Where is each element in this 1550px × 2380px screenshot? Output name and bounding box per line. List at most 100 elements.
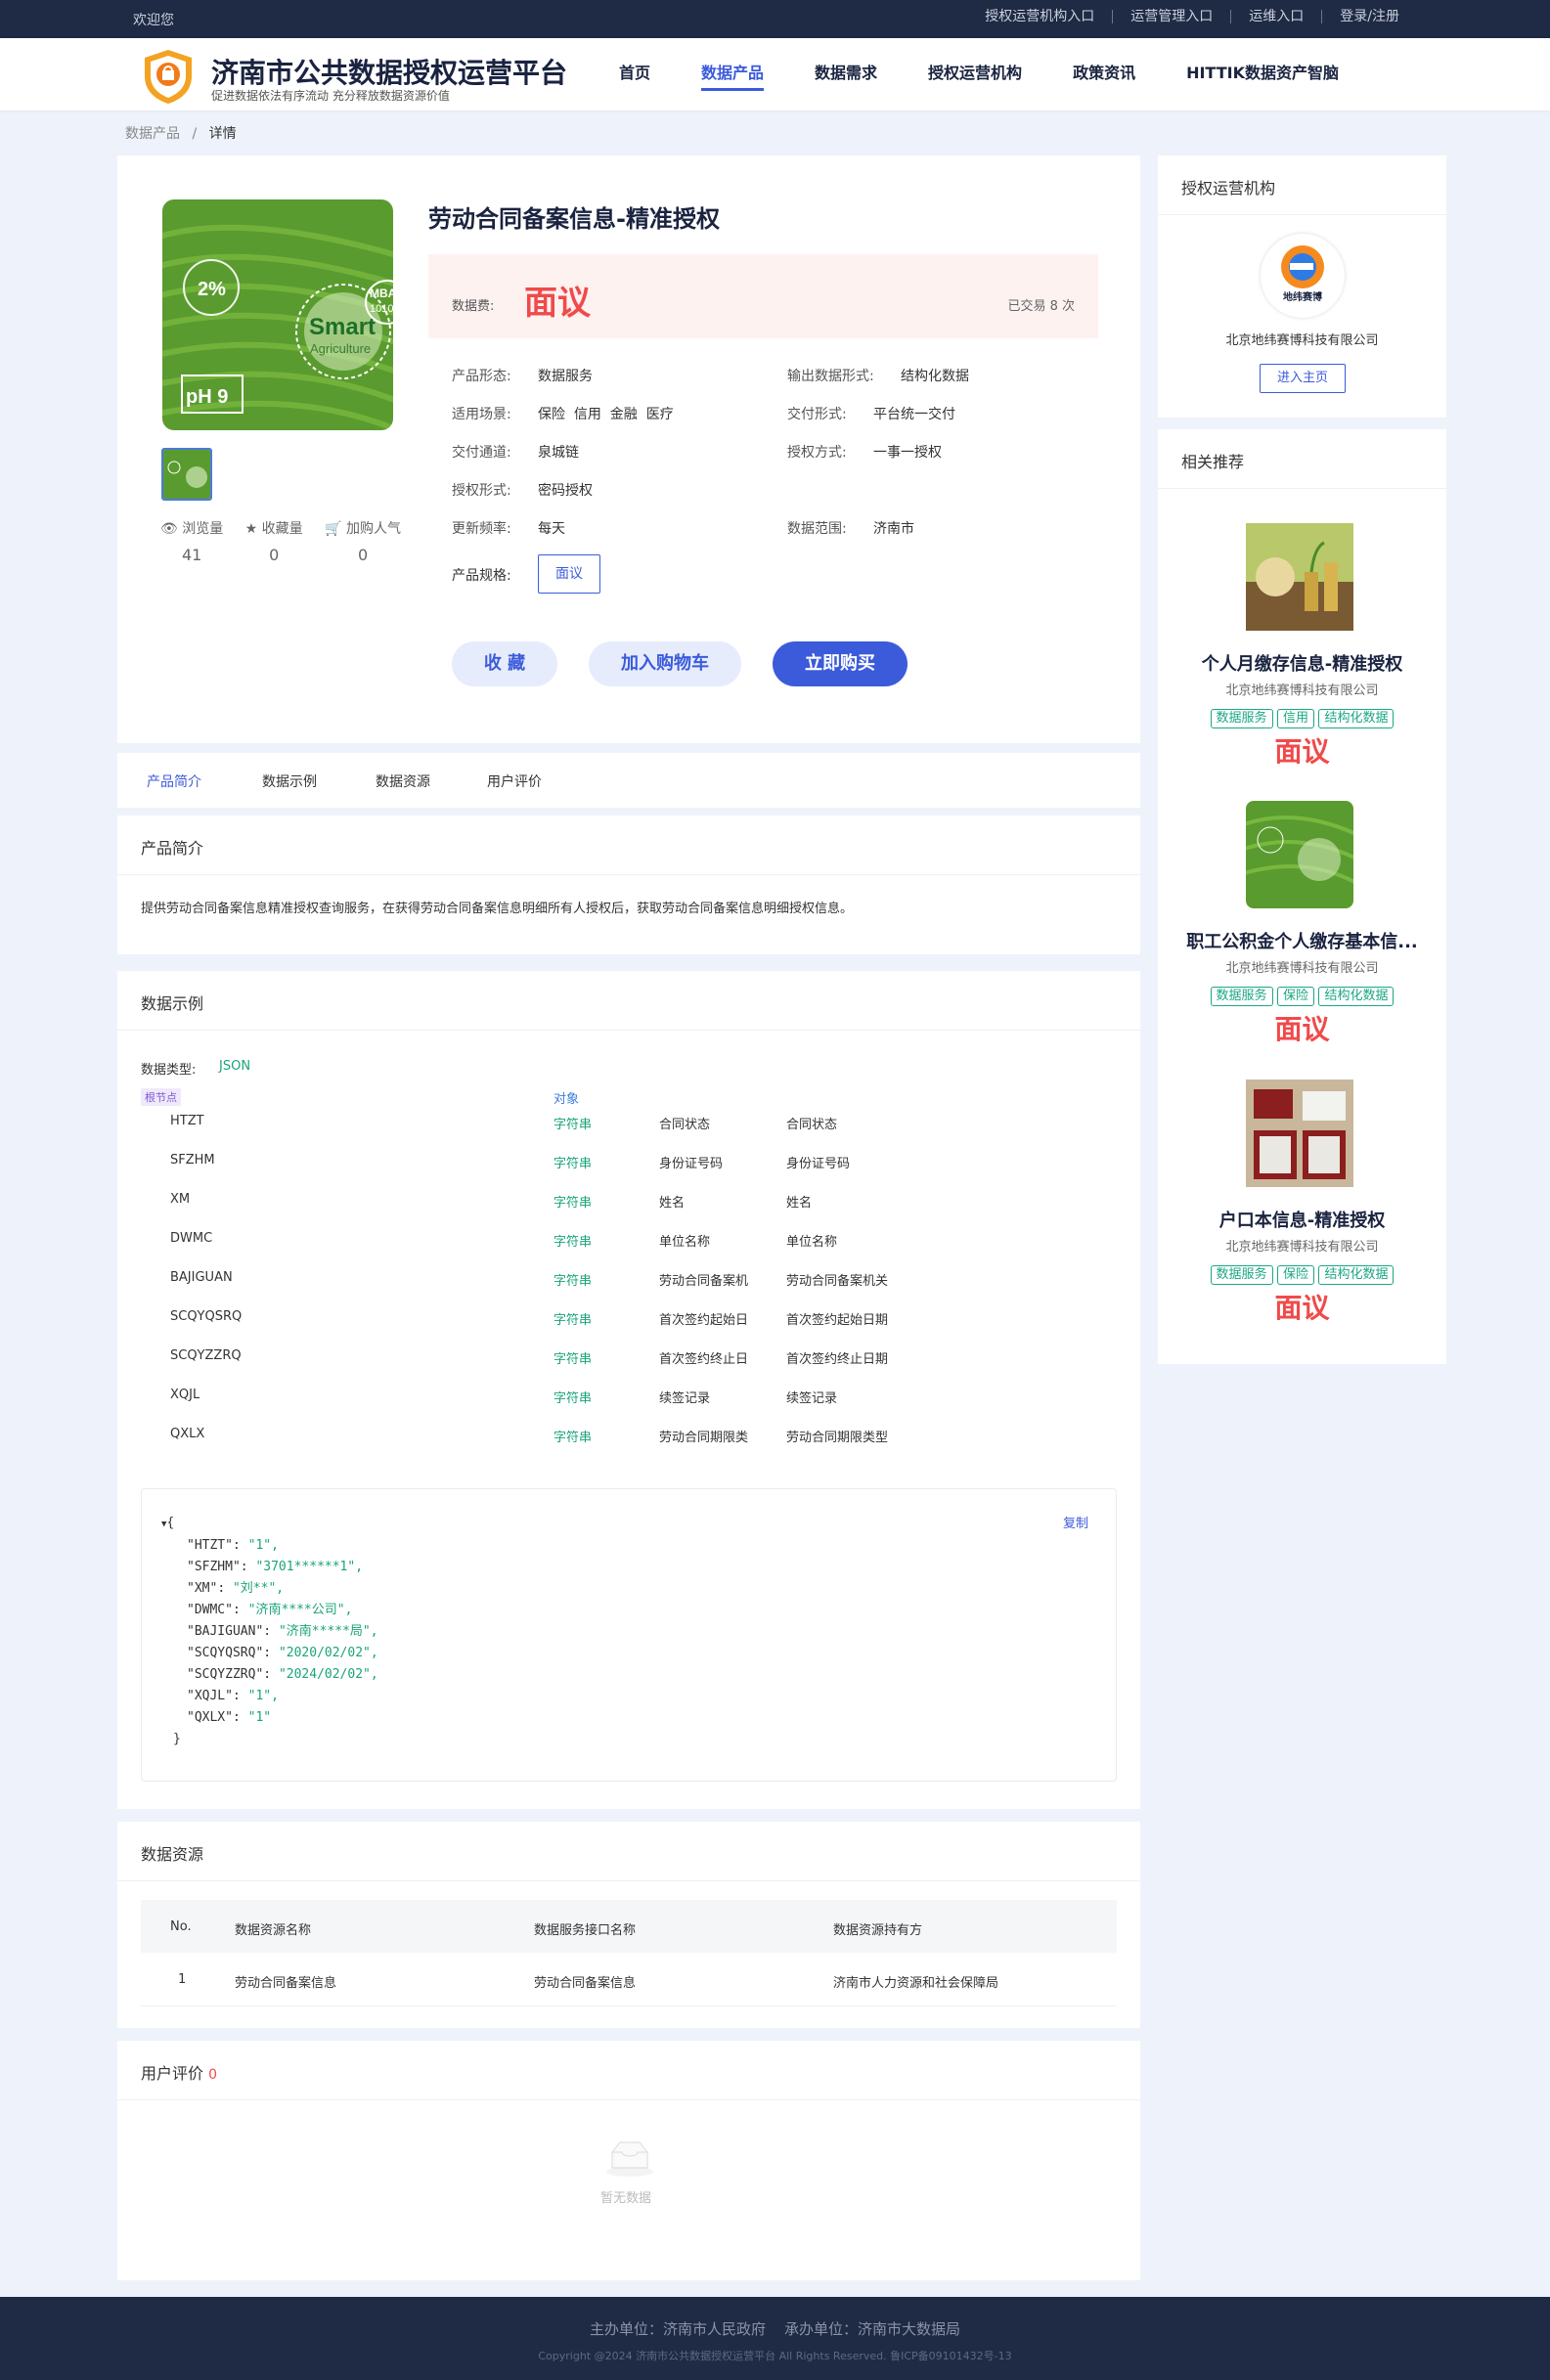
tab-example[interactable]: 数据示例 [262, 771, 317, 791]
field-output-key: 输出数据形式: [787, 369, 874, 384]
intro-section: 产品简介 提供劳动合同备案信息精准授权查询服务，在获得劳动合同备案信息明细所有人… [117, 815, 1140, 954]
field-channel-value: 泉城链 [538, 445, 579, 461]
add-to-cart-button[interactable]: 加入购物车 [589, 641, 741, 686]
related-1-title[interactable]: 个人月缴存信息-精准授权 [1158, 650, 1446, 676]
image-percent-text: 2% [198, 279, 226, 300]
footer-copyright: Copyright @2024 济南市公共数据授权运营平台 All Rights… [538, 2350, 1012, 2362]
breadcrumb-parent[interactable]: 数据产品 [125, 126, 180, 142]
org-logo-text: 地纬赛博 [1283, 290, 1322, 303]
col-no: No. [170, 1919, 192, 1934]
related-image-3[interactable] [1246, 1080, 1353, 1187]
main-nav: 首页 数据产品 数据需求 授权运营机构 政策资讯 HITTIK数据资产智脑 [619, 60, 1390, 91]
json-value: "1", [247, 1689, 279, 1703]
ops-admin-link[interactable]: 运营管理入口 [1112, 10, 1230, 23]
field-auth-method: 授权方式: 一事一授权 [787, 442, 942, 462]
views-value: 41 [181, 546, 202, 564]
field-auth-method-key: 授权方式: [787, 445, 847, 461]
household-book-image-icon [1246, 1080, 1353, 1187]
star-icon: ★ [244, 521, 258, 537]
product-thumbnail[interactable] [161, 448, 212, 501]
nav-hittik[interactable]: HITTIK数据资产智脑 [1186, 60, 1339, 91]
json-code-block: 复制 ▼{"HTZT": "1", "SFZHM": "3701******1",… [141, 1488, 1117, 1782]
image-mba-text: MBA [370, 286, 393, 300]
field-scope-key: 数据范围: [787, 521, 847, 537]
field-scenario: 适用场景: 保险 信用 金融 医疗 [452, 404, 674, 423]
site-subtitle: 促进数据依法有序流动 充分释放数据资源价值 [211, 89, 450, 103]
nav-orgs[interactable]: 授权运营机构 [928, 60, 1022, 91]
image-smart-text: Smart [309, 314, 376, 340]
field-frequency-key: 更新频率: [452, 521, 511, 537]
nav-home[interactable]: 首页 [619, 60, 650, 91]
image-ph-text: pH 9 [186, 386, 228, 408]
related-card: 相关推荐 个人月缴存信息-精准授权 北京地纬赛博科技有限公司 数据服务 信用 结… [1158, 429, 1446, 1364]
org-home-button[interactable]: 进入主页 [1260, 364, 1346, 393]
field-type: 字符串 [554, 1391, 593, 1406]
field-form: 产品形态: 数据服务 [452, 366, 593, 385]
field-desc: 单位名称 [659, 1235, 711, 1250]
json-open-brace[interactable]: ▼{ [161, 1513, 378, 1535]
field-frequency: 更新频率: 每天 [452, 518, 565, 538]
field-form-value: 数据服务 [538, 369, 593, 384]
json-line: "XQJL": "1", [187, 1689, 279, 1703]
related-3-company: 北京地纬赛博科技有限公司 [1225, 1240, 1379, 1255]
org-entry-link[interactable]: 授权运营机构入口 [967, 10, 1112, 23]
related-3-tags: 数据服务 保险 结构化数据 [1158, 1265, 1446, 1285]
product-title: 劳动合同备案信息-精准授权 [428, 205, 720, 233]
col-api-name: 数据服务接口名称 [534, 1923, 637, 1938]
org-logo-icon: 地纬赛博 [1281, 245, 1324, 303]
related-2-tag-2: 保险 [1276, 987, 1314, 1006]
breadcrumb-current: 详情 [208, 126, 237, 142]
nav-data-products[interactable]: 数据产品 [701, 60, 765, 91]
views-stat: 👁 浏览量 41 [160, 518, 223, 564]
field-name: DWMC [170, 1231, 213, 1246]
related-image-2[interactable] [1246, 801, 1353, 908]
org-name: 北京地纬赛博科技有限公司 [1225, 333, 1379, 348]
root-type: 对象 [554, 1092, 580, 1107]
top-links: 授权运营机构入口 运营管理入口 运维入口 登录/注册 [967, 10, 1417, 23]
reviews-count: 0 [208, 2067, 218, 2083]
tab-resources[interactable]: 数据资源 [376, 771, 430, 791]
nav-data-demand[interactable]: 数据需求 [815, 60, 877, 91]
favorite-button[interactable]: 收 藏 [452, 641, 557, 686]
resources-section: 数据资源 No. 数据资源名称 数据服务接口名称 数据资源持有方 1 劳动合同备… [117, 1822, 1140, 2028]
spec-option-button[interactable]: 面议 [538, 554, 600, 594]
nav-policy[interactable]: 政策资讯 [1073, 60, 1135, 91]
related-1-price: 面议 [1274, 735, 1330, 768]
resources-title: 数据资源 [141, 1845, 204, 1864]
tab-intro[interactable]: 产品简介 [147, 771, 201, 791]
copy-button[interactable]: 复制 [1063, 1513, 1088, 1531]
tab-reviews[interactable]: 用户评价 [487, 771, 542, 791]
views-label: 浏览量 [182, 521, 224, 537]
json-line: "SCQYZZRQ": "2024/02/02", [187, 1667, 378, 1682]
related-3-title[interactable]: 户口本信息-精准授权 [1158, 1207, 1446, 1232]
intro-text: 提供劳动合同备案信息精准授权查询服务，在获得劳动合同备案信息明细所有人授权后，获… [141, 902, 854, 916]
field-name: BAJIGUAN [170, 1270, 233, 1285]
field-form-key: 产品形态: [452, 369, 511, 384]
maintenance-link[interactable]: 运维入口 [1230, 10, 1321, 23]
field-desc2: 姓名 [786, 1196, 813, 1211]
product-image: 2% Smart Agriculture pH 9 MBA 1010 [162, 199, 393, 430]
json-value: "1" [247, 1710, 272, 1725]
field-auth-form-key: 授权形式: [452, 483, 511, 499]
related-image-1[interactable] [1246, 523, 1353, 631]
site-title[interactable]: 济南市公共数据授权运营平台 [211, 52, 567, 91]
field-desc: 劳动合同期限类 [659, 1431, 749, 1445]
field-type: 字符串 [554, 1196, 593, 1211]
field-desc: 续签记录 [659, 1391, 711, 1406]
field-desc2: 身份证号码 [786, 1157, 851, 1171]
welcome-text: 欢迎您 [133, 13, 174, 28]
related-3-tag-1: 数据服务 [1210, 1265, 1273, 1285]
field-desc: 首次签约起始日 [659, 1313, 749, 1328]
json-value: "济南****公司", [247, 1603, 353, 1617]
related-2-title[interactable]: 职工公积金个人缴存基本信... [1158, 928, 1446, 953]
favorites-stat: ★ 收藏量 0 [245, 518, 303, 564]
json-value: "3701******1", [255, 1560, 364, 1574]
field-type: 字符串 [554, 1274, 593, 1289]
json-value: "济南*****局", [278, 1624, 378, 1639]
login-register-link[interactable]: 登录/注册 [1321, 10, 1417, 23]
field-name: XQJL [170, 1388, 200, 1402]
field-desc2: 续签记录 [786, 1391, 838, 1406]
field-type: 字符串 [554, 1157, 593, 1171]
buy-now-button[interactable]: 立即购买 [773, 641, 908, 686]
field-name: SCQYZZRQ [170, 1348, 242, 1363]
